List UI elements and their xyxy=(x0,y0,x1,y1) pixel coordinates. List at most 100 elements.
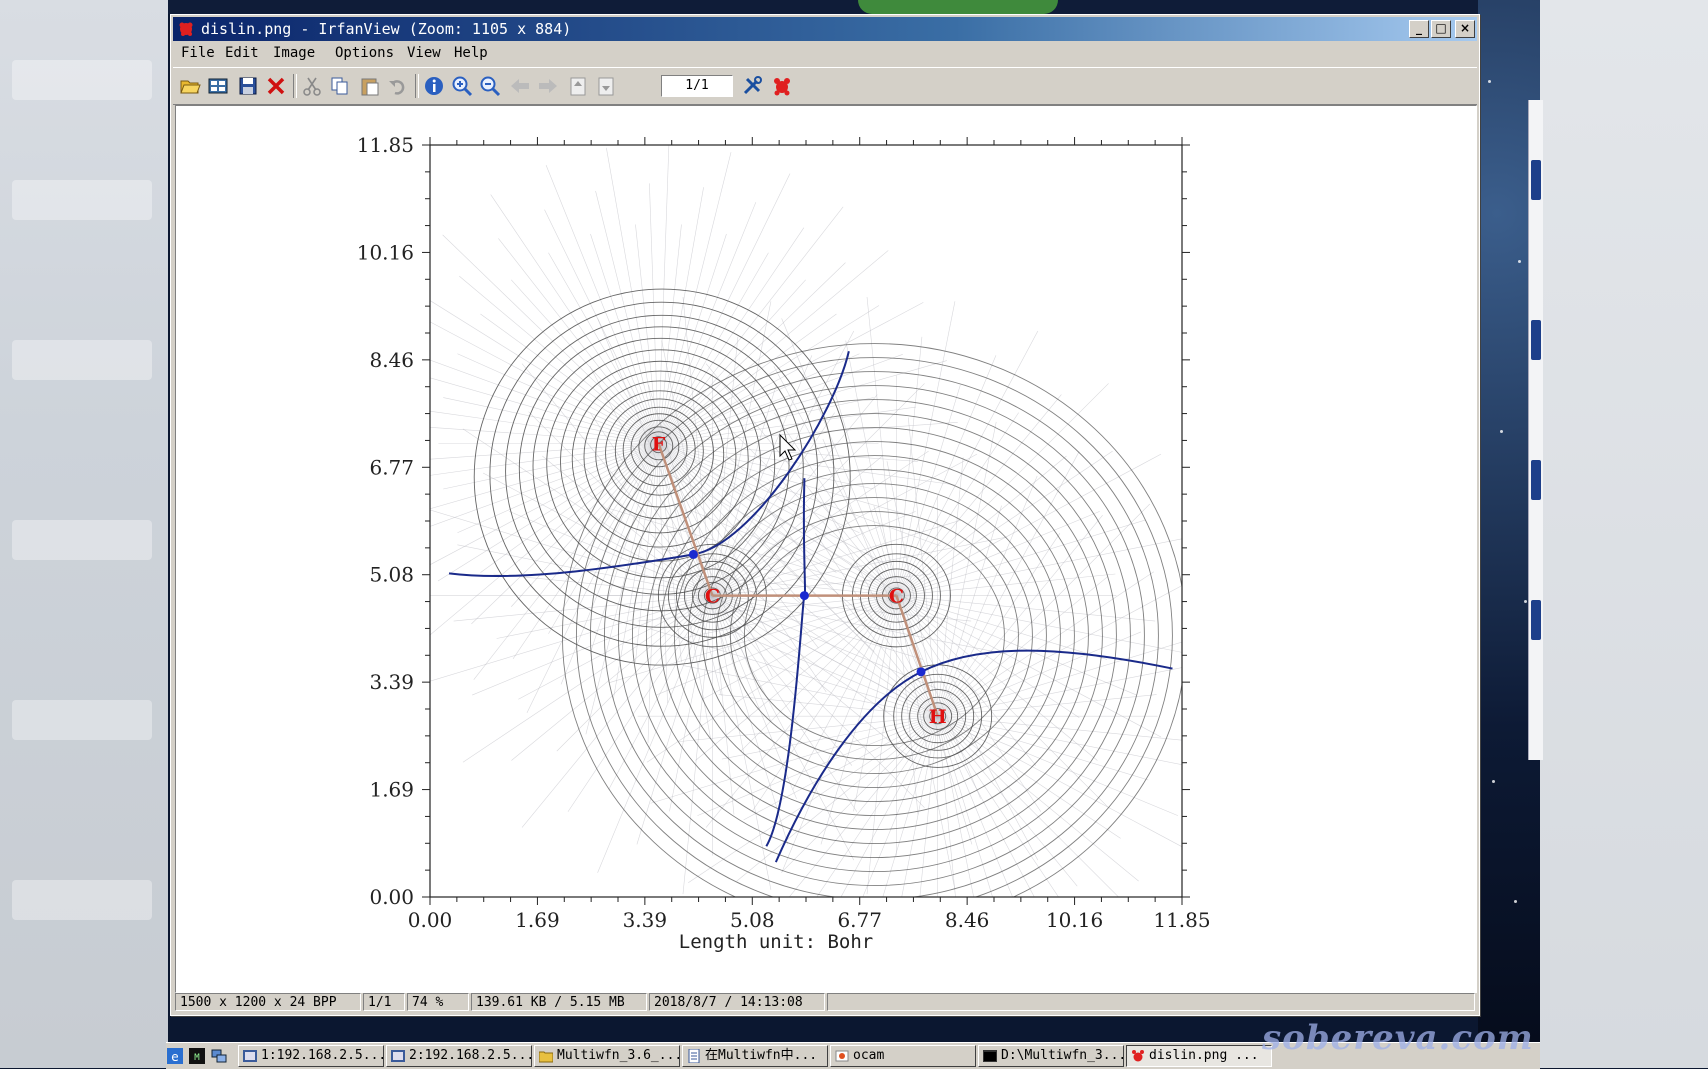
gradient-line xyxy=(896,595,1039,861)
gradient-line xyxy=(430,595,713,682)
bond-critical-point xyxy=(916,667,926,677)
taskbar-item-label: 在Multiwfn中... xyxy=(705,1048,818,1063)
status-datetime: 2018/8/7 / 14:13:08 xyxy=(649,993,825,1011)
x-tick-label: 1.69 xyxy=(515,908,560,932)
quick-launch-network-icon[interactable] xyxy=(210,1047,228,1065)
taskbar-item-label: Multiwfn_3.6_... xyxy=(557,1048,680,1063)
desktop-background-right xyxy=(1540,0,1708,1068)
status-empty xyxy=(827,993,1475,1011)
taskbar-item-console[interactable]: D:\Multiwfn_3... xyxy=(978,1045,1124,1067)
taskbar-item-document[interactable]: 在Multiwfn中... xyxy=(682,1045,828,1067)
background-window-edge xyxy=(1528,100,1543,760)
console-icon xyxy=(983,1050,997,1062)
undo-icon[interactable] xyxy=(385,73,411,99)
status-page: 1/1 xyxy=(363,993,405,1011)
menu-help[interactable]: Help xyxy=(454,45,488,61)
taskbar-item-ssh-1[interactable]: 1:192.168.2.5... xyxy=(238,1045,384,1067)
gradient-line xyxy=(896,336,923,596)
atom-label: C xyxy=(889,586,904,608)
menu-file[interactable]: File xyxy=(181,45,215,61)
gradient-line xyxy=(866,296,897,596)
quick-launch-terminal-icon[interactable]: M xyxy=(188,1047,206,1065)
gradient-line xyxy=(896,355,997,596)
title-bar[interactable]: dislin.png - IrfanView (Zoom: 1105 x 884… xyxy=(173,17,1477,41)
gradient-line xyxy=(595,190,659,444)
taskbar-item-folder[interactable]: Multiwfn_3.6_... xyxy=(534,1045,680,1067)
taskbar-item-ssh-2[interactable]: 2:192.168.2.5... xyxy=(386,1045,532,1067)
save-icon[interactable] xyxy=(235,73,261,99)
gradient-line xyxy=(545,164,659,444)
taskbar-item-irfanview[interactable]: dislin.png ... xyxy=(1126,1045,1272,1067)
atom-label: F xyxy=(652,433,666,455)
maximize-button[interactable]: □ xyxy=(1431,20,1451,38)
irfanview-icon[interactable] xyxy=(769,73,795,99)
taskbar-item-label: 2:192.168.2.5... xyxy=(409,1048,532,1063)
gradient-line xyxy=(658,206,844,444)
document-icon xyxy=(688,1049,700,1063)
contour-line xyxy=(673,455,1075,817)
contour-line xyxy=(631,413,1117,859)
minimize-button[interactable]: _ xyxy=(1409,20,1429,38)
gradient-line xyxy=(437,443,659,582)
gradient-line xyxy=(430,442,659,566)
x-tick-label: 0.00 xyxy=(408,908,453,932)
gradient-line xyxy=(937,715,1035,897)
y-tick-label: 0.00 xyxy=(369,885,414,909)
cut-icon[interactable] xyxy=(299,73,325,99)
gradient-line xyxy=(773,366,897,596)
recorder-icon xyxy=(835,1050,849,1062)
y-tick-label: 10.16 xyxy=(357,240,414,264)
bond-critical-point xyxy=(799,591,809,601)
atom-label: H xyxy=(929,706,947,728)
settings-icon[interactable] xyxy=(739,73,765,99)
info-icon[interactable] xyxy=(421,73,447,99)
zoom-out-icon[interactable] xyxy=(477,73,503,99)
paste-icon[interactable] xyxy=(357,73,383,99)
x-tick-label: 6.77 xyxy=(837,908,882,932)
basin-boundary xyxy=(774,649,1173,863)
gradient-line xyxy=(712,595,925,808)
y-tick-label: 8.46 xyxy=(369,348,414,372)
folder-icon xyxy=(539,1051,553,1063)
gradient-line xyxy=(658,305,880,444)
x-tick-label: 5.08 xyxy=(730,908,775,932)
desktop-background-top xyxy=(168,0,1478,14)
gradient-line xyxy=(650,715,938,804)
image-canvas[interactable]: FCCH 0.00 1.69 3.39 5.08 6.77 8.46 10.16 11.85 … xyxy=(175,105,1477,993)
gradient-line xyxy=(697,715,938,816)
gradient-line xyxy=(937,716,1013,897)
x-axis-label: Length unit: Bohr xyxy=(679,931,873,953)
gradient-line xyxy=(609,508,897,596)
taskbar-item-label: ocam xyxy=(853,1048,885,1063)
y-tick-label: 1.69 xyxy=(369,778,414,802)
gradient-lines xyxy=(430,145,1182,897)
copy-icon[interactable] xyxy=(327,73,353,99)
thumbnails-icon[interactable] xyxy=(205,73,231,99)
menu-edit[interactable]: Edit xyxy=(225,45,259,61)
menu-view[interactable]: View xyxy=(407,45,441,61)
zoom-in-icon[interactable] xyxy=(449,73,475,99)
quick-launch-app-icon[interactable]: e xyxy=(166,1047,184,1065)
first-page-icon[interactable] xyxy=(565,73,591,99)
next-icon[interactable] xyxy=(535,73,561,99)
atom-label: C xyxy=(705,586,720,608)
x-tick-labels: 0.00 1.69 3.39 5.08 6.77 8.46 10.16 11.85 xyxy=(408,908,1211,932)
menu-image[interactable]: Image xyxy=(273,45,315,61)
toolbar: 1/1 xyxy=(173,67,1477,105)
gradient-line xyxy=(712,595,853,766)
menu-options[interactable]: Options xyxy=(335,45,394,61)
delete-icon[interactable] xyxy=(263,73,289,99)
page-number-field[interactable]: 1/1 xyxy=(661,75,733,97)
open-icon[interactable] xyxy=(177,73,203,99)
irfanview-icon xyxy=(179,22,193,36)
close-button[interactable]: × xyxy=(1455,20,1475,38)
gradient-line xyxy=(658,202,757,444)
y-tick-label: 6.77 xyxy=(369,455,414,479)
contour-line xyxy=(562,343,1182,897)
prev-icon[interactable] xyxy=(507,73,533,99)
gradient-line xyxy=(430,300,659,444)
taskbar-item-ocam[interactable]: ocam xyxy=(830,1045,976,1067)
taskbar-item-label: 1:192.168.2.5... xyxy=(261,1048,384,1063)
gradient-line xyxy=(430,442,659,476)
last-page-icon[interactable] xyxy=(593,73,619,99)
